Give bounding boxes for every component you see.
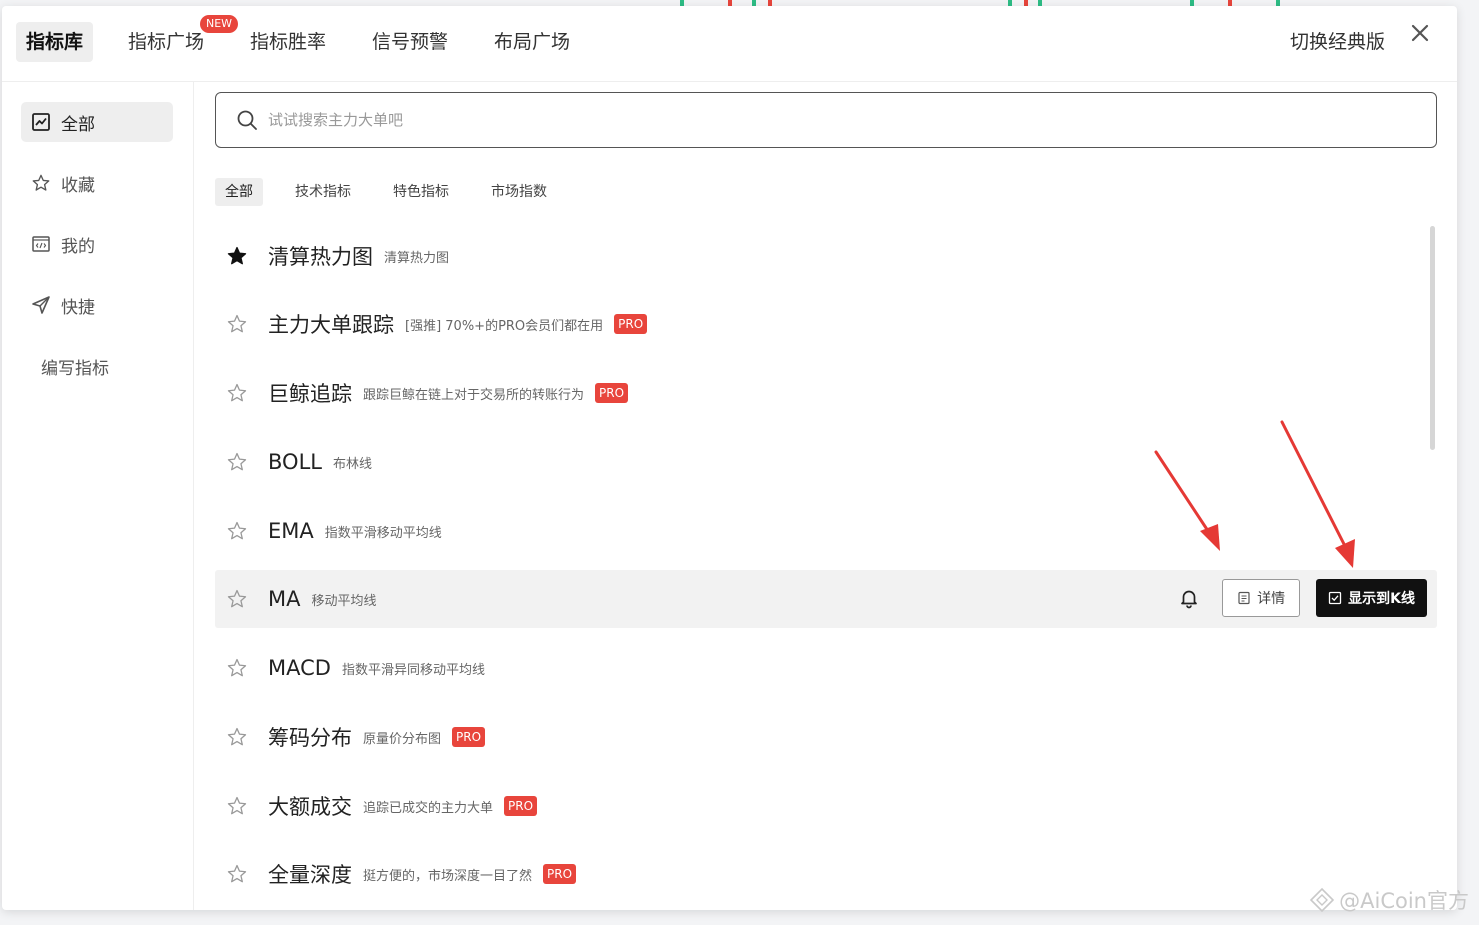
indicator-desc: 移动平均线 xyxy=(311,593,377,609)
indicator-library-dialog: 指标库 指标广场 NEW 指标胜率 信号预警 布局广场 切换经典版 全部 收藏 xyxy=(2,6,1457,910)
filter-tab-technical[interactable]: 技术指标 xyxy=(285,178,361,206)
sidebar-item-label: 我的 xyxy=(61,236,95,257)
code-box-icon xyxy=(32,236,50,252)
watermark: @AiCoin官方 xyxy=(1309,885,1469,915)
tab-indicator-plaza[interactable]: 指标广场 xyxy=(118,22,214,62)
indicator-name: MACD xyxy=(268,656,331,680)
show-on-chart-button[interactable]: 显示到K线 xyxy=(1316,579,1427,617)
main-content: 全部 技术指标 特色指标 市场指数 清算热力图 清算热力图 主力大单跟踪 [强推… xyxy=(215,82,1437,910)
filter-tab-all[interactable]: 全部 xyxy=(215,178,263,206)
detail-button-label: 详情 xyxy=(1257,591,1286,607)
indicator-desc: [强推] 70%+的PRO会员们都在用 xyxy=(405,318,604,334)
indicator-row[interactable]: 全量深度 挺方便的，市场深度一目了然 PRO xyxy=(215,845,1437,903)
filter-tab-market-index[interactable]: 市场指数 xyxy=(481,178,557,206)
star-outline-icon[interactable] xyxy=(226,795,248,817)
star-outline-icon[interactable] xyxy=(226,588,248,610)
indicator-desc: 跟踪巨鲸在链上对于交易所的转账行为 xyxy=(363,387,585,403)
chart-box-icon xyxy=(32,113,50,131)
pro-badge: PRO xyxy=(543,864,577,884)
indicator-desc: 清算热力图 xyxy=(384,250,450,266)
pro-badge: PRO xyxy=(595,383,629,403)
indicator-row-hovered[interactable]: MA 移动平均线 详情 显示到K线 xyxy=(215,570,1437,628)
indicator-row[interactable]: 大额成交 追踪已成交的主力大单 PRO xyxy=(215,777,1437,835)
document-icon xyxy=(1238,591,1250,605)
star-outline-icon[interactable] xyxy=(226,657,248,679)
send-icon xyxy=(32,296,50,314)
star-outline-icon[interactable] xyxy=(226,451,248,473)
tab-layout-plaza[interactable]: 布局广场 xyxy=(484,22,580,62)
list-scrollbar[interactable] xyxy=(1430,226,1435,450)
indicator-desc: 指数平滑异同移动平均线 xyxy=(341,662,485,678)
filter-tabs: 全部 技术指标 特色指标 市场指数 xyxy=(215,178,567,206)
top-tab-bar: 指标库 指标广场 NEW 指标胜率 信号预警 布局广场 切换经典版 xyxy=(2,6,1457,82)
bell-icon[interactable] xyxy=(1178,587,1200,609)
indicator-name: 全量深度 xyxy=(268,863,352,887)
indicator-desc: 指数平滑移动平均线 xyxy=(324,525,442,541)
sidebar-item-label: 快捷 xyxy=(61,297,95,318)
indicator-row[interactable]: 巨鲸追踪 跟踪巨鲸在链上对于交易所的转账行为 PRO xyxy=(215,364,1437,422)
sidebar-item-mine[interactable]: 我的 xyxy=(21,224,173,264)
brand-logo-icon xyxy=(1310,887,1335,913)
search-input[interactable] xyxy=(268,111,1368,129)
detail-button[interactable]: 详情 xyxy=(1222,579,1301,617)
indicator-row[interactable]: MACD 指数平滑异同移动平均线 xyxy=(215,639,1437,697)
indicator-row[interactable]: EMA 指数平滑移动平均线 xyxy=(215,502,1437,560)
indicator-name: 大额成交 xyxy=(268,795,352,819)
pro-badge: PRO xyxy=(504,796,538,816)
watermark-text: @AiCoin官方 xyxy=(1339,889,1469,913)
indicator-name: 巨鲸追踪 xyxy=(268,382,352,406)
star-outline-icon[interactable] xyxy=(226,863,248,885)
indicator-name: 主力大单跟踪 xyxy=(268,313,394,337)
sidebar-item-label: 全部 xyxy=(61,114,95,135)
new-badge: NEW xyxy=(200,15,239,33)
indicator-desc: 原量价分布图 xyxy=(363,731,442,747)
switch-classic-button[interactable]: 切换经典版 xyxy=(1290,22,1385,62)
indicator-desc: 布林线 xyxy=(332,456,372,472)
sidebar-item-label: 收藏 xyxy=(61,175,95,196)
star-outline-icon[interactable] xyxy=(226,382,248,404)
indicator-row[interactable]: 筹码分布 原量价分布图 PRO xyxy=(215,708,1437,766)
check-box-icon xyxy=(1328,591,1342,605)
search-box xyxy=(215,92,1437,148)
star-outline-icon[interactable] xyxy=(226,726,248,748)
sidebar-item-all[interactable]: 全部 xyxy=(21,102,173,142)
show-on-chart-label: 显示到K线 xyxy=(1348,591,1415,607)
indicator-desc: 挺方便的，市场深度一目了然 xyxy=(363,868,533,884)
filter-tab-featured[interactable]: 特色指标 xyxy=(383,178,459,206)
tab-signal-alert[interactable]: 信号预警 xyxy=(362,22,458,62)
indicator-row[interactable]: BOLL 布林线 xyxy=(215,433,1437,491)
indicator-name: EMA xyxy=(268,519,314,543)
sidebar-item-favorites[interactable]: 收藏 xyxy=(21,163,173,203)
pro-badge: PRO xyxy=(614,314,648,334)
star-outline-icon[interactable] xyxy=(226,313,248,335)
sidebar: 全部 收藏 我的 快捷 编写指标 xyxy=(2,82,194,910)
row-actions: 详情 显示到K线 xyxy=(1178,579,1427,617)
star-outline-icon xyxy=(32,174,50,191)
star-outline-icon[interactable] xyxy=(226,520,248,542)
tab-indicator-library[interactable]: 指标库 xyxy=(16,22,94,62)
indicator-name: BOLL xyxy=(268,450,322,474)
indicator-desc: 追踪已成交的主力大单 xyxy=(363,800,494,816)
star-filled-icon[interactable] xyxy=(226,245,248,267)
indicator-row[interactable]: 清算热力图 清算热力图 xyxy=(215,227,1437,285)
search-icon xyxy=(237,110,257,130)
indicator-name: 清算热力图 xyxy=(268,245,373,269)
close-icon[interactable] xyxy=(1405,18,1435,48)
indicator-row[interactable]: 主力大单跟踪 [强推] 70%+的PRO会员们都在用 PRO xyxy=(215,295,1437,353)
pro-badge: PRO xyxy=(452,727,486,747)
tab-indicator-winrate[interactable]: 指标胜率 xyxy=(240,22,336,62)
write-indicator-link[interactable]: 编写指标 xyxy=(21,346,173,386)
indicator-name: 筹码分布 xyxy=(268,726,352,750)
write-indicator-label: 编写指标 xyxy=(41,358,109,379)
sidebar-item-shortcut[interactable]: 快捷 xyxy=(21,285,173,325)
indicator-name: MA xyxy=(268,587,301,611)
